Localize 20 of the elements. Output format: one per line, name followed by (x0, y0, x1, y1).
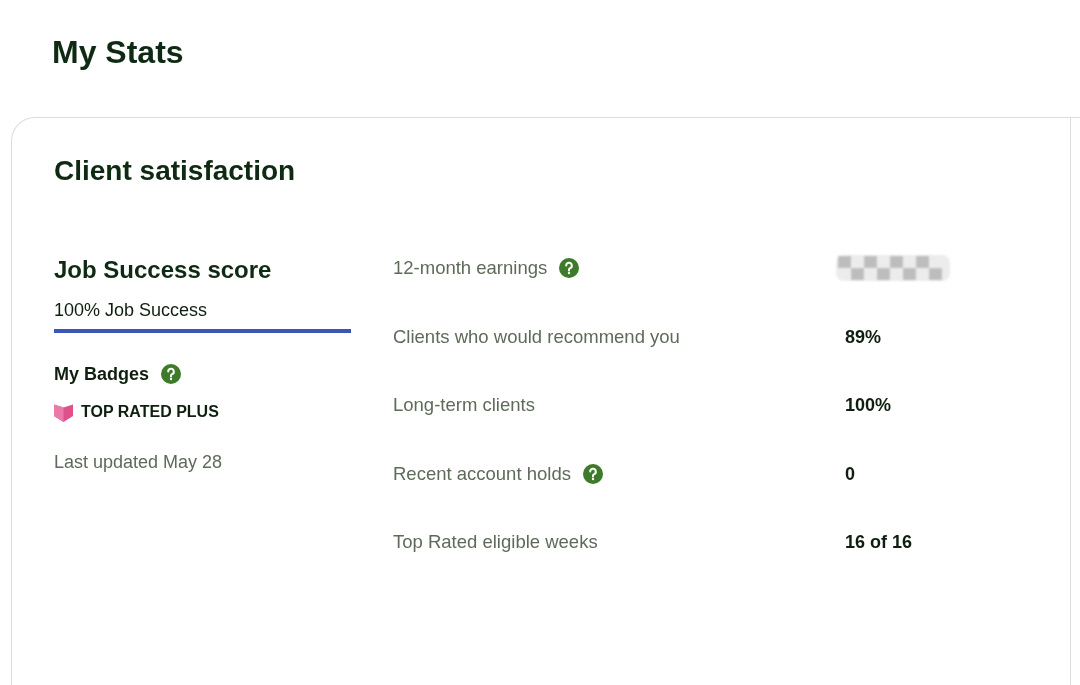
stat-label: Top Rated eligible weeks (393, 530, 598, 555)
stat-value: 16 of 16 (845, 531, 913, 555)
stat-value: 89% (845, 325, 882, 349)
stat-label: 12-month earnings (393, 256, 548, 281)
stat-value: 0 (845, 462, 855, 486)
stat-label: Clients who would recommend you (393, 324, 680, 349)
card-title: Client satisfaction (54, 154, 296, 188)
shield-badge-icon (54, 402, 73, 422)
help-icon[interactable] (161, 364, 182, 384)
help-icon[interactable] (559, 258, 580, 279)
badge-label: TOP RATED PLUS (81, 402, 219, 422)
badges-heading: My Badges (54, 363, 150, 386)
stat-value: 100% (845, 394, 892, 418)
page-title: My Stats (52, 33, 184, 72)
stat-label: Long-term clients (393, 393, 535, 418)
help-icon[interactable] (582, 463, 603, 484)
job-success-label: 100% Job Success (54, 299, 208, 322)
section-heading: Job Success score (54, 255, 272, 285)
last-updated-text: Last updated May 28 (54, 451, 223, 474)
stat-label: Recent account holds (393, 461, 571, 486)
